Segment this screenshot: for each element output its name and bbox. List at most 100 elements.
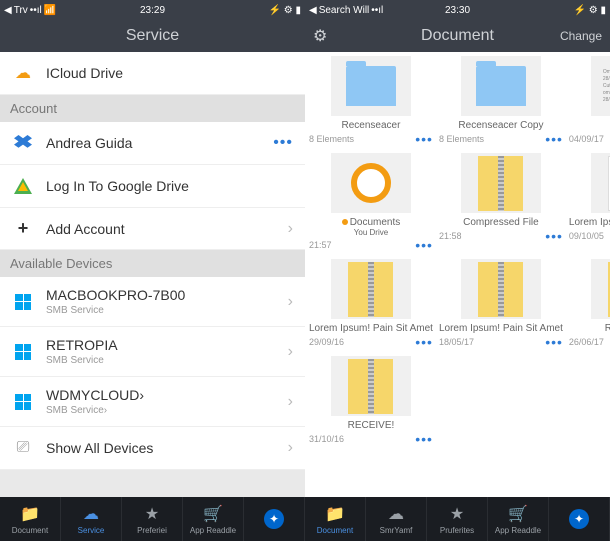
- device-row[interactable]: WDMYCLOUD› SMB Service› ›: [0, 377, 305, 427]
- tile-name: Recenseacer Copy: [439, 120, 563, 131]
- zip-thumb: [461, 259, 541, 319]
- settings-icon[interactable]: ⚙: [313, 26, 327, 46]
- status-bar: ◀ Trv ••ıl 📶 23:29 ⚡ ⚙ ▮: [0, 0, 305, 20]
- account-section: Account: [0, 95, 305, 122]
- clock: 23:29: [140, 5, 165, 16]
- dropbox-label: Andrea Guida: [46, 135, 273, 151]
- icloud-row[interactable]: ☁ ICloud Drive: [0, 52, 305, 95]
- tile-name: Compressed File: [439, 217, 563, 228]
- tab-label: Pruferites: [440, 526, 474, 535]
- tile-name: Lorem Ipsum! Pain Sit Amet: [309, 323, 433, 334]
- tab-app readdle[interactable]: 🛒App Readdle: [488, 497, 549, 541]
- gdrive-row[interactable]: Log In To Google Drive: [0, 165, 305, 208]
- more-icon[interactable]: •••: [545, 334, 563, 350]
- add-account-row[interactable]: + Add Account ›: [0, 208, 305, 250]
- tile-name: Recenseacer: [309, 120, 433, 131]
- tab-document[interactable]: 📁Document: [305, 497, 366, 541]
- folder-thumb: [461, 56, 541, 116]
- service-list[interactable]: ☁ ICloud Drive Account Andrea Guida ••• …: [0, 52, 305, 497]
- icloud-icon: ☁: [12, 62, 34, 84]
- tab-app readdle[interactable]: 🛒 App Readdle: [183, 497, 244, 541]
- ring-thumb: [331, 153, 411, 213]
- tab-pruferites[interactable]: ★Pruferites: [427, 497, 488, 541]
- chevron-right-icon: ›: [288, 343, 293, 361]
- device-row[interactable]: RETROPIA SMB Service ›: [0, 327, 305, 377]
- show-all-row[interactable]: ⎚ Show All Devices ›: [0, 427, 305, 470]
- file-tile[interactable]: Omessa!28/05/15, 21:00:26: Anna Cutt: «i…: [569, 56, 610, 147]
- more-icon[interactable]: •••: [415, 237, 433, 253]
- device-sub: SMB Service: [46, 305, 288, 316]
- file-tile[interactable]: Lorem ipsum dolor sit amet consectetur a…: [569, 153, 610, 253]
- change-button[interactable]: Change: [560, 29, 602, 43]
- tile-meta: 04/09/17•••: [569, 131, 610, 147]
- device-sub: SMB Service›: [46, 405, 288, 416]
- tab-smryamf[interactable]: ☁ SmrYamf: [366, 497, 427, 541]
- folder-icon: 📁: [325, 504, 345, 524]
- windows-icon: [12, 341, 34, 363]
- more-icon[interactable]: •••: [415, 334, 433, 350]
- cart-icon: 🛒: [508, 504, 528, 524]
- tab-preferiei[interactable]: ★Preferiei: [122, 497, 183, 541]
- tile-name: Lorem Ipsum! Pain Sit Amet: [439, 323, 563, 334]
- tab-label: Service: [78, 526, 105, 535]
- cloud-icon: ☁: [388, 504, 404, 524]
- device-sub: SMB Service: [46, 355, 288, 366]
- chevron-right-icon: ›: [288, 220, 293, 238]
- document-grid[interactable]: Recenseacer8 Elements•••Recenseacer Copy…: [305, 52, 610, 497]
- file-tile[interactable]: Compressed File21:58•••: [439, 153, 563, 253]
- file-tile[interactable]: Recenseacer8 Elements•••: [309, 56, 433, 147]
- file-tile[interactable]: Lorem Ipsum! Pain Sit Amet29/09/16•••: [309, 259, 433, 350]
- clock: 23:30: [445, 5, 470, 16]
- tab-label: App Readdle: [190, 526, 236, 535]
- tile-meta: 26/06/17•••: [569, 334, 610, 350]
- back-icon[interactable]: ◀: [4, 5, 12, 16]
- more-icon[interactable]: •••: [545, 228, 563, 244]
- cart-icon: 🛒: [203, 504, 223, 524]
- tab-label: SmrYamf: [380, 526, 413, 535]
- folder-icon: 📁: [20, 504, 40, 524]
- file-tile[interactable]: Reviewacer26/06/17•••: [569, 259, 610, 350]
- tab-bar: 📁Document☁Service★Preferiei🛒App Readdle✦…: [0, 497, 610, 541]
- dropbox-icon: [12, 132, 34, 154]
- plus-icon: +: [12, 218, 34, 239]
- tile-name: chat: [569, 120, 610, 131]
- signal-icon: ••ıl: [30, 5, 42, 16]
- file-tile[interactable]: RECEIVE!31/10/16•••: [309, 356, 433, 447]
- compass-icon: ✦: [569, 509, 589, 529]
- tile-name: RECEIVE!: [309, 420, 433, 431]
- dropbox-row[interactable]: Andrea Guida •••: [0, 122, 305, 165]
- header-title: Document: [421, 27, 494, 45]
- tab-compass[interactable]: ✦: [244, 497, 305, 541]
- service-screen: ◀ Trv ••ıl 📶 23:29 ⚡ ⚙ ▮ Service ☁ IClou…: [0, 0, 305, 497]
- zip-thumb: [591, 259, 610, 319]
- show-all-label: Show All Devices: [46, 440, 288, 456]
- tab-document[interactable]: 📁Document: [0, 497, 61, 541]
- tile-meta: 18/05/17•••: [439, 334, 563, 350]
- tile-name: Documents: [309, 217, 433, 228]
- header-title: Service: [126, 27, 179, 45]
- zip-thumb: [331, 356, 411, 416]
- tab-service[interactable]: ☁Service: [61, 497, 122, 541]
- devices-section: Available Devices: [0, 250, 305, 277]
- carrier: Trv: [14, 5, 28, 16]
- tile-meta: 8 Elements•••: [439, 131, 563, 147]
- device-row[interactable]: MACBOOKPRO-7B00 SMB Service ›: [0, 277, 305, 327]
- more-icon[interactable]: •••: [273, 134, 293, 152]
- windows-icon: [12, 291, 34, 313]
- chevron-right-icon: ›: [288, 439, 293, 457]
- header: ⚙ Document Change: [305, 20, 610, 52]
- back-icon[interactable]: ◀: [309, 5, 317, 16]
- more-icon[interactable]: •••: [545, 131, 563, 147]
- tab-compass[interactable]: ✦: [549, 497, 610, 541]
- chevron-right-icon: ›: [288, 293, 293, 311]
- file-tile[interactable]: Recenseacer Copy8 Elements•••: [439, 56, 563, 147]
- more-icon[interactable]: •••: [415, 431, 433, 447]
- zip-thumb: [331, 259, 411, 319]
- file-tile[interactable]: Lorem Ipsum! Pain Sit Amet18/05/17•••: [439, 259, 563, 350]
- device-name: MACBOOKPRO-7B00: [46, 287, 288, 303]
- chat-thumb: Omessa!28/05/15, 21:00:26: Anna Cutt: «i…: [591, 56, 610, 116]
- folder-thumb: [331, 56, 411, 116]
- file-tile[interactable]: DocumentsYou Drive21:57•••: [309, 153, 433, 253]
- more-icon[interactable]: •••: [415, 131, 433, 147]
- tile-name: Reviewacer: [569, 323, 610, 334]
